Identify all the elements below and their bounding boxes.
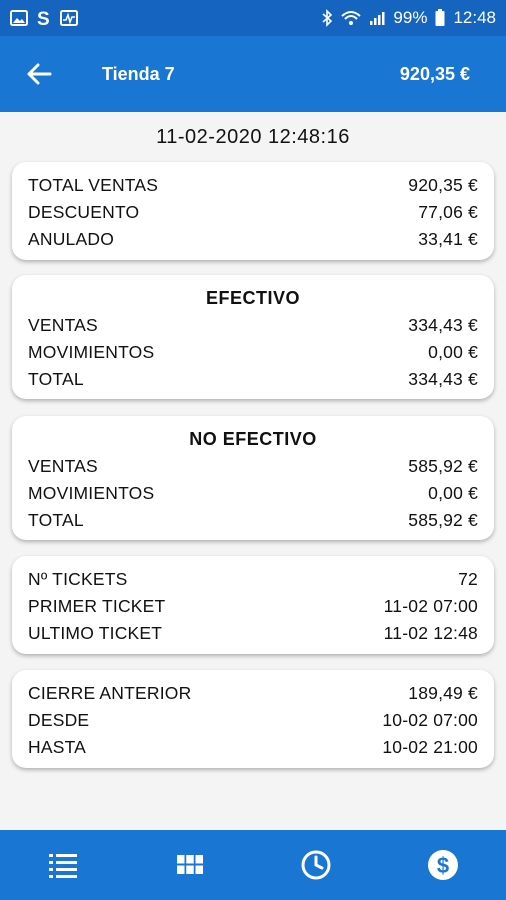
- row-label: TOTAL: [28, 369, 84, 389]
- summary-row: ANULADO 33,41 €: [28, 226, 478, 253]
- row-value: 72: [458, 569, 478, 589]
- tickets-row: ULTIMO TICKET 11-02 12:48: [28, 620, 478, 647]
- row-value: 11-02 12:48: [383, 623, 478, 643]
- card-title: EFECTIVO: [205, 288, 300, 308]
- row-label: MOVIMIENTOS: [28, 483, 155, 503]
- row-label: PRIMER TICKET: [28, 596, 166, 616]
- row-value: 920,35 €: [408, 175, 478, 195]
- row-label: CIERRE ANTERIOR: [28, 683, 192, 703]
- row-value: 0,00 €: [428, 483, 478, 503]
- row-label: ULTIMO TICKET: [28, 623, 163, 643]
- summary-row: DESCUENTO 77,06 €: [28, 199, 478, 226]
- wifi-icon: [341, 10, 362, 26]
- row-value: 189,49 €: [408, 683, 478, 703]
- gallery-icon: [10, 10, 28, 26]
- row-label: Nº TICKETS: [28, 569, 128, 589]
- svg-text:$: $: [437, 853, 449, 878]
- signal-icon: [369, 10, 385, 26]
- row-value: 10-02 07:00: [382, 710, 478, 730]
- tickets-card: Nº TICKETS 72 PRIMER TICKET 11-02 07:00 UL…: [12, 556, 494, 654]
- row-value: 334,43 €: [408, 315, 478, 335]
- row-value: 585,92 €: [408, 456, 478, 476]
- efectivo-row: MOVIMIENTOS 0,00 €: [28, 339, 478, 366]
- row-label: ANULADO: [28, 229, 115, 249]
- bluetooth-icon: [321, 9, 333, 27]
- back-button[interactable]: [26, 60, 54, 88]
- grid-icon: [176, 855, 203, 874]
- row-label: DESCUENTO: [28, 202, 140, 222]
- card-title: NO EFECTIVO: [189, 429, 317, 449]
- row-label: MOVIMIENTOS: [28, 342, 155, 362]
- nav-clock-button[interactable]: [286, 835, 346, 895]
- summary-card: TOTAL VENTAS 920,35 € DESCUENTO 77,06 € AN…: [12, 162, 494, 260]
- no-efectivo-row: TOTAL 585,92 €: [28, 507, 478, 534]
- efectivo-row: TOTAL 334,43 €: [28, 366, 478, 393]
- app-bar: Tienda 7 920,35 €: [0, 36, 506, 112]
- page-title: Tienda 7: [102, 63, 175, 84]
- battery-percent: 99%: [393, 8, 428, 27]
- bottom-navigation: $: [0, 830, 506, 900]
- row-value: 585,92 €: [408, 510, 478, 530]
- report-date: 11-02-2020 12:48:16: [156, 126, 350, 148]
- no-efectivo-row: MOVIMIENTOS 0,00 €: [28, 480, 478, 507]
- row-label: DESDE: [28, 710, 90, 730]
- row-value: 11-02 07:00: [383, 596, 478, 616]
- row-value: 33,41 €: [418, 229, 478, 249]
- row-label: VENTAS: [28, 315, 98, 335]
- no-efectivo-row: VENTAS 585,92 €: [28, 453, 478, 480]
- row-value: 334,43 €: [408, 369, 478, 389]
- app-s-icon: S: [36, 9, 52, 27]
- efectivo-card: EFECTIVO VENTAS 334,43 € MOVIMIENTOS 0,00 …: [12, 275, 494, 399]
- row-label: TOTAL: [28, 510, 84, 530]
- summary-row: TOTAL VENTAS 920,35 €: [28, 172, 478, 199]
- cierre-row: DESDE 10-02 07:00: [28, 707, 478, 734]
- row-label: TOTAL VENTAS: [28, 175, 159, 195]
- cierre-row: CIERRE ANTERIOR 189,49 €: [28, 680, 478, 707]
- list-icon: [49, 854, 78, 878]
- tickets-row: PRIMER TICKET 11-02 07:00: [28, 593, 478, 620]
- header-total: 920,35 €: [399, 63, 470, 84]
- row-label: VENTAS: [28, 456, 98, 476]
- status-bar: S 99% 12:48: [0, 0, 506, 36]
- nav-list-button[interactable]: [33, 835, 93, 895]
- cierre-anterior-card: CIERRE ANTERIOR 189,49 € DESDE 10-02 07:00…: [12, 670, 494, 768]
- clock-time: 12:48: [453, 8, 496, 27]
- activity-icon: [60, 10, 78, 26]
- clock-icon: [301, 850, 331, 880]
- row-value: 0,00 €: [428, 342, 478, 362]
- no-efectivo-card: NO EFECTIVO VENTAS 585,92 € MOVIMIENTOS 0,…: [12, 416, 494, 540]
- arrow-back-icon: [27, 63, 52, 85]
- nav-dollar-button[interactable]: $: [413, 835, 473, 895]
- cierre-row: HASTA 10-02 21:00: [28, 734, 478, 761]
- row-label: HASTA: [28, 737, 87, 757]
- nav-grid-button[interactable]: [160, 835, 220, 895]
- svg-text:S: S: [37, 9, 50, 27]
- tickets-row: Nº TICKETS 72: [28, 566, 478, 593]
- row-value: 77,06 €: [418, 202, 478, 222]
- row-value: 10-02 21:00: [382, 737, 478, 757]
- efectivo-row: VENTAS 334,43 €: [28, 312, 478, 339]
- battery-icon: [435, 9, 445, 27]
- dollar-icon: $: [427, 850, 458, 880]
